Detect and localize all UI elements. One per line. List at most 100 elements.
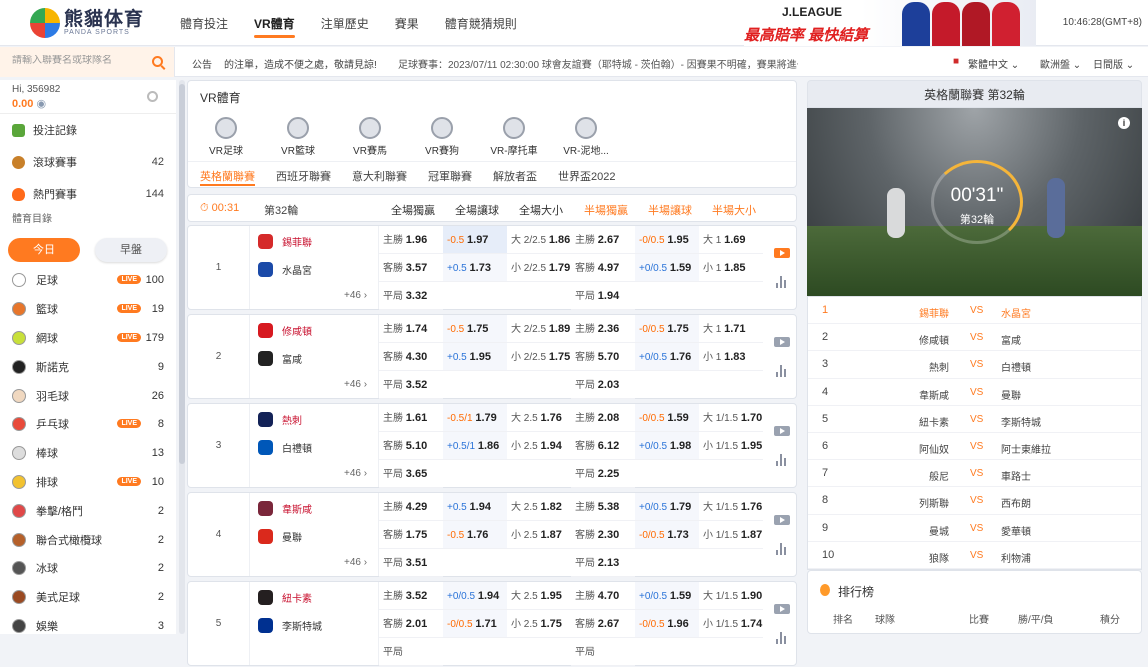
sidebar-item-hot[interactable]: 熱門賽事 144 bbox=[0, 178, 176, 210]
fixture-row[interactable]: 8 列斯聯 VS 西布朗 bbox=[808, 487, 1141, 515]
news-ticker[interactable]: 足球賽事：2023/07/11 02:30:00 球會友誼賽（耶特城 - 茨伯翰… bbox=[398, 56, 798, 71]
odds-cell[interactable]: 客勝 4.30 bbox=[379, 343, 443, 371]
vr-sport-item[interactable]: VR-摩托車 bbox=[482, 117, 546, 157]
sidebar-item-sport[interactable]: 冰球 2 bbox=[0, 554, 176, 583]
home-team[interactable]: 紐卡素 bbox=[258, 590, 312, 605]
search-input[interactable] bbox=[12, 55, 152, 66]
odds-cell[interactable]: 小 1 1.85 bbox=[699, 254, 763, 282]
odds-cell[interactable]: +0/0.5 1.94 bbox=[443, 582, 507, 610]
odds-cell[interactable]: 主勝 2.08 bbox=[571, 404, 635, 432]
odds-cell[interactable]: +0/0.5 1.76 bbox=[635, 343, 699, 371]
sidebar-item-bet-records[interactable]: 投注記錄 bbox=[0, 114, 176, 146]
sidebar-item-sport[interactable]: 排球 LIVE 10 bbox=[0, 468, 176, 497]
odds-cell[interactable]: 平局 2.13 bbox=[571, 549, 635, 577]
odds-cell[interactable]: 平局 3.65 bbox=[379, 460, 443, 488]
odds-cell[interactable]: 客勝 6.12 bbox=[571, 432, 635, 460]
language-select[interactable]: 繁體中文 ⌄ bbox=[968, 56, 1019, 71]
nav-rules[interactable]: 體育競猜規則 bbox=[445, 0, 517, 46]
away-team[interactable]: 曼聯 bbox=[258, 529, 302, 544]
sidebar-item-sport[interactable]: 乒乓球 LIVE 8 bbox=[0, 410, 176, 439]
nav-bet-history[interactable]: 注單歷史 bbox=[321, 0, 369, 46]
info-icon[interactable]: i bbox=[1118, 117, 1130, 129]
odds-cell[interactable]: 客勝 1.75 bbox=[379, 521, 443, 549]
fixture-row[interactable]: 4 韋斯咸 VS 曼聯 bbox=[808, 379, 1141, 406]
more-markets-link[interactable]: +46 › bbox=[344, 468, 367, 479]
video-player[interactable]: 00'31" 第32輪 i bbox=[807, 108, 1142, 296]
more-markets-link[interactable]: +46 › bbox=[344, 290, 367, 301]
fixture-row[interactable]: 7 般尼 VS 車路士 bbox=[808, 460, 1141, 488]
home-team[interactable]: 韋斯咸 bbox=[258, 501, 312, 516]
odds-cell[interactable]: 小 1/1.5 1.95 bbox=[699, 432, 763, 460]
sidebar-item-sport[interactable]: 籃球 LIVE 19 bbox=[0, 295, 176, 324]
odds-cell[interactable]: 大 2.5 1.82 bbox=[507, 493, 571, 521]
odds-format-select[interactable]: 歐洲盤 ⌄ bbox=[1040, 56, 1081, 71]
odds-cell[interactable]: 主勝 5.38 bbox=[571, 493, 635, 521]
fixture-row[interactable]: 1 錫菲聯 VS 水晶宮 bbox=[808, 297, 1141, 325]
refresh-icon[interactable] bbox=[147, 91, 158, 102]
sidebar-item-sport[interactable]: 娛樂 3 bbox=[0, 612, 176, 641]
vr-sport-item[interactable]: VR籃球 bbox=[266, 117, 330, 157]
league-tab[interactable]: 意大利聯賽 bbox=[352, 162, 407, 187]
fixture-row[interactable]: 3 熱刺 VS 白禮頓 bbox=[808, 351, 1141, 379]
odds-cell[interactable]: 小 1 1.83 bbox=[699, 343, 763, 371]
odds-cell[interactable]: 平局 bbox=[571, 638, 635, 666]
league-tab[interactable]: 解放者盃 bbox=[493, 162, 537, 187]
odds-cell[interactable]: 主勝 2.36 bbox=[571, 315, 635, 343]
fixture-row[interactable]: 2 修咸頓 VS 富咸 bbox=[808, 324, 1141, 352]
odds-cell[interactable]: +0/0.5 1.98 bbox=[635, 432, 699, 460]
odds-cell[interactable]: 平局 2.03 bbox=[571, 371, 635, 399]
odds-cell[interactable]: +0.5 1.73 bbox=[443, 254, 507, 282]
sidebar-item-sport[interactable]: 網球 LIVE 179 bbox=[0, 324, 176, 353]
play-video-icon[interactable] bbox=[774, 337, 790, 347]
odds-cell[interactable]: 小 2/2.5 1.75 bbox=[507, 343, 571, 371]
odds-cell[interactable]: 小 2.5 1.94 bbox=[507, 432, 571, 460]
search-icon[interactable] bbox=[152, 56, 163, 67]
sidebar-item-sport[interactable]: 聯合式橄欖球 2 bbox=[0, 525, 176, 554]
more-markets-link[interactable]: +46 › bbox=[344, 379, 367, 390]
eye-icon[interactable]: ◉ bbox=[36, 98, 46, 110]
fixture-row[interactable]: 5 紐卡素 VS 李斯特城 bbox=[808, 406, 1141, 433]
vr-sport-item[interactable]: VR-泥地... bbox=[554, 117, 618, 157]
vr-sport-item[interactable]: VR賽狗 bbox=[410, 117, 474, 157]
league-tab[interactable]: 冠軍聯賽 bbox=[428, 162, 472, 187]
odds-cell[interactable]: +0/0.5 1.59 bbox=[635, 582, 699, 610]
odds-cell[interactable]: 主勝 4.29 bbox=[379, 493, 443, 521]
play-video-icon[interactable] bbox=[774, 604, 790, 614]
nav-results[interactable]: 賽果 bbox=[395, 0, 419, 46]
league-tab[interactable]: 西班牙聯賽 bbox=[276, 162, 331, 187]
play-video-icon[interactable] bbox=[774, 515, 790, 525]
promo-banner[interactable]: J.LEAGUE 最高賠率 最快結算 bbox=[744, 0, 1036, 46]
notice-text[interactable]: 的注單，造成不便之處，敬請見諒! bbox=[224, 56, 384, 71]
odds-cell[interactable]: 大 1/1.5 1.70 bbox=[699, 404, 763, 432]
sidebar-item-sport[interactable]: 拳擊/格鬥 2 bbox=[0, 496, 176, 525]
sidebar-item-live[interactable]: 滾球賽事 42 bbox=[0, 146, 176, 178]
odds-cell[interactable]: 主勝 1.61 bbox=[379, 404, 443, 432]
odds-cell[interactable]: 大 1/1.5 1.90 bbox=[699, 582, 763, 610]
fixture-row[interactable]: 6 阿仙奴 VS 阿士東維拉 bbox=[808, 433, 1141, 461]
nav-vr-sports[interactable]: VR體育 bbox=[254, 0, 295, 46]
odds-cell[interactable]: -0/0.5 1.75 bbox=[635, 315, 699, 343]
odds-cell[interactable]: 大 2/2.5 1.89 bbox=[507, 315, 571, 343]
away-team[interactable]: 李斯特城 bbox=[258, 618, 322, 633]
odds-cell[interactable]: 主勝 1.96 bbox=[379, 226, 443, 254]
theme-select[interactable]: 日間版 ⌄ bbox=[1093, 56, 1134, 71]
odds-cell[interactable]: 主勝 1.74 bbox=[379, 315, 443, 343]
odds-cell[interactable]: +0/0.5 1.79 bbox=[635, 493, 699, 521]
odds-cell[interactable]: 主勝 4.70 bbox=[571, 582, 635, 610]
league-tab[interactable]: 英格蘭聯賽 bbox=[200, 162, 255, 187]
odds-cell[interactable]: 主勝 2.67 bbox=[571, 226, 635, 254]
odds-cell[interactable]: 大 1/1.5 1.76 bbox=[699, 493, 763, 521]
logo[interactable]: 熊貓体育 PANDA SPORTS bbox=[30, 8, 144, 38]
odds-cell[interactable]: +0.5/1 1.86 bbox=[443, 432, 507, 460]
odds-cell[interactable]: +0.5 1.95 bbox=[443, 343, 507, 371]
scrollbar-thumb[interactable] bbox=[179, 84, 185, 464]
home-team[interactable]: 熱刺 bbox=[258, 412, 302, 427]
odds-cell[interactable]: 大 2.5 1.95 bbox=[507, 582, 571, 610]
stats-icon[interactable] bbox=[776, 365, 788, 377]
odds-cell[interactable]: 小 2.5 1.87 bbox=[507, 521, 571, 549]
away-team[interactable]: 富咸 bbox=[258, 351, 302, 366]
more-markets-link[interactable]: +46 › bbox=[344, 557, 367, 568]
fixture-row[interactable]: 9 曼城 VS 愛華頓 bbox=[808, 515, 1141, 542]
away-team[interactable]: 白禮頓 bbox=[258, 440, 312, 455]
sidebar-item-sport[interactable]: 棒球 13 bbox=[0, 439, 176, 468]
